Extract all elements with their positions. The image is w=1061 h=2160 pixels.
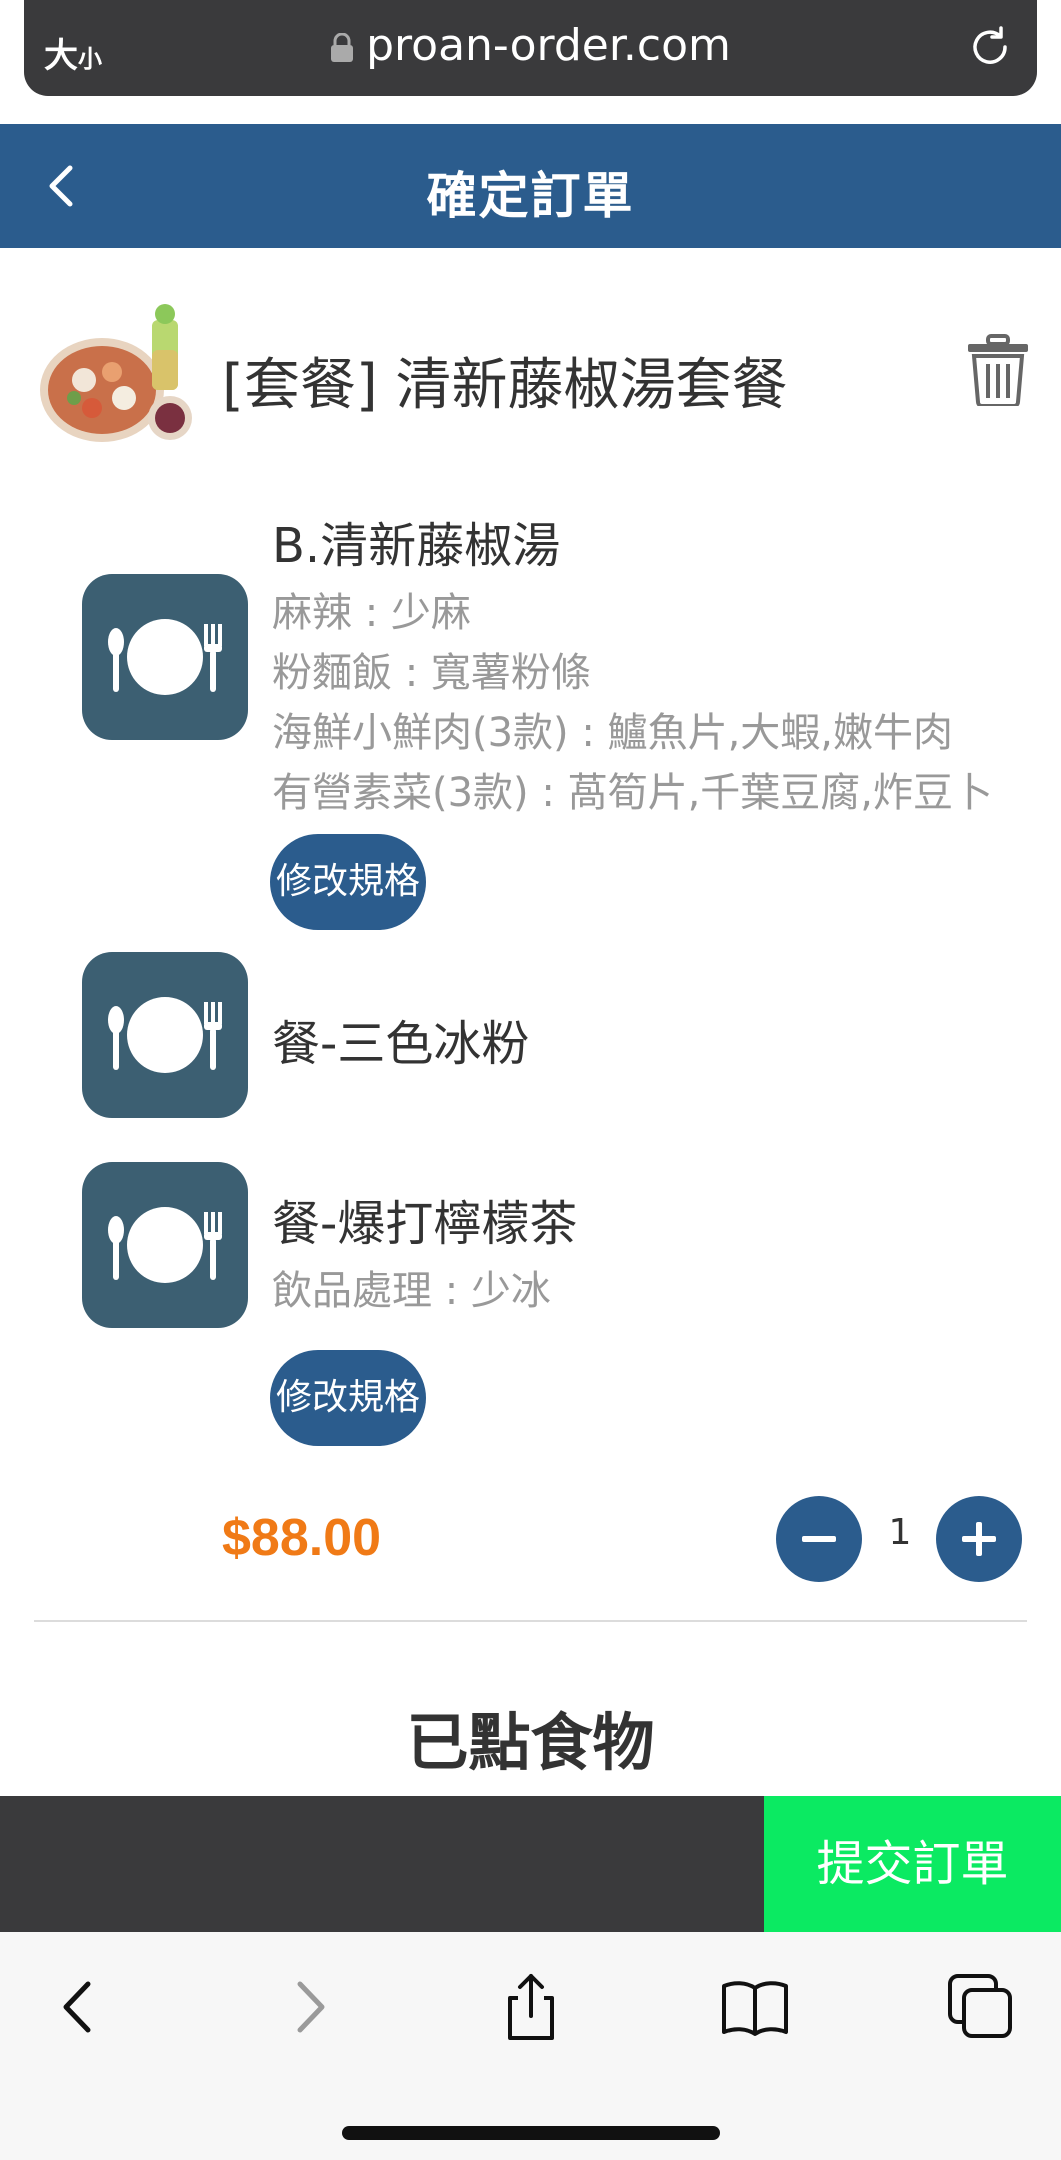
price: $88.00: [222, 1509, 382, 1567]
bookmarks-icon[interactable]: [720, 1972, 790, 2042]
browser-url-bar[interactable]: 大小 proan-order.com: [24, 0, 1037, 96]
plate-icon: [82, 1162, 248, 1328]
plus-icon: [962, 1522, 996, 1556]
plate-icon: [82, 952, 248, 1118]
page-header: 確定訂單: [0, 124, 1061, 248]
browser-forward-icon[interactable]: [274, 1972, 344, 2042]
modify-spec-button[interactable]: 修改規格: [270, 1350, 426, 1446]
increase-quantity-button[interactable]: [936, 1496, 1022, 1582]
item-option: 粉麵飯 : 寬薯粉條: [272, 650, 591, 696]
reload-icon[interactable]: [967, 24, 1013, 70]
tabs-icon[interactable]: [946, 1972, 1016, 2042]
browser-back-icon[interactable]: [44, 1972, 114, 2042]
item-option: 麻辣 : 少麻: [272, 590, 471, 636]
minus-icon: [802, 1536, 836, 1542]
trash-icon[interactable]: [966, 334, 1030, 406]
lock-icon: [330, 23, 354, 74]
combo-image: [34, 290, 204, 460]
item-option: 飲品處理 : 少冰: [272, 1268, 551, 1314]
modify-spec-button[interactable]: 修改規格: [270, 834, 426, 930]
item-option: 海鮮小鮮肉(3款) : 鱸魚片,大蝦,嫩牛肉: [272, 710, 953, 756]
home-indicator: [342, 2126, 720, 2140]
section-title: 已點食物: [406, 1706, 655, 1779]
share-icon[interactable]: [496, 1972, 566, 2042]
item-title: 餐-爆打檸檬茶: [272, 1196, 578, 1252]
submit-order-button[interactable]: 提交訂單: [764, 1796, 1061, 1932]
page-title: 確定訂單: [426, 167, 635, 225]
decrease-quantity-button[interactable]: [776, 1496, 862, 1582]
item-title: B.清新藤椒湯: [272, 518, 561, 574]
divider: [34, 1620, 1027, 1622]
url-text: proan-order.com: [366, 20, 731, 71]
combo-name: [套餐] 清新藤椒湯套餐: [222, 353, 788, 418]
item-title: 餐-三色冰粉: [272, 1016, 530, 1072]
item-option: 有營素菜(3款) : 萵筍片,千葉豆腐,炸豆卜: [272, 770, 993, 816]
plate-icon: [82, 574, 248, 740]
quantity-value: 1: [888, 1512, 912, 1553]
